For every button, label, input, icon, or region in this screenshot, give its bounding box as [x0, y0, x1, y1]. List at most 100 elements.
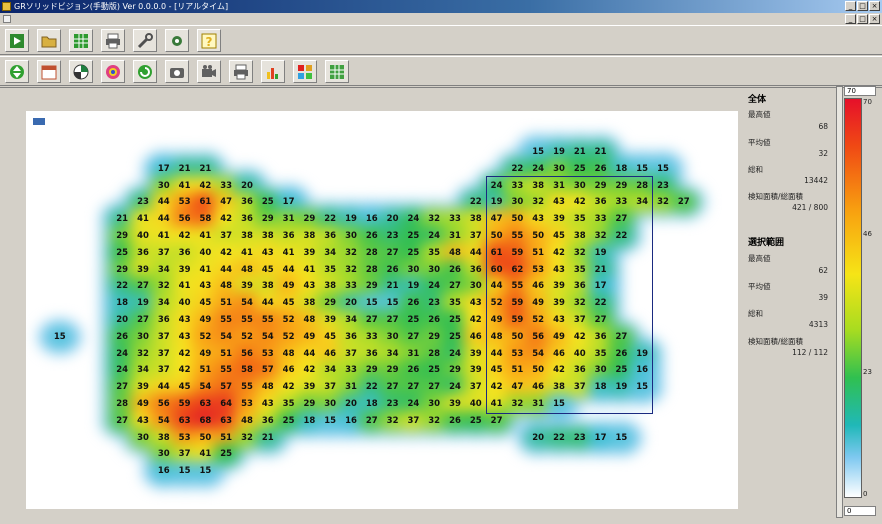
selection-rectangle[interactable] [485, 175, 654, 414]
heatmap-value: 30 [469, 281, 482, 292]
heatmap-value: 37 [178, 449, 191, 460]
heatmap-value: 42 [220, 214, 233, 225]
heatmap-value: 32 [345, 264, 357, 275]
maximize-button[interactable]: □ [857, 1, 868, 11]
heatmap-value: 37 [157, 331, 170, 342]
wrench-icon [137, 32, 153, 48]
heatmap-value: 21 [178, 163, 191, 174]
all-title: 全体 [748, 95, 767, 105]
heatmap-value: 30 [324, 399, 337, 409]
up-down-button[interactable] [5, 60, 29, 83]
grid-icon [74, 33, 88, 48]
app-icon [2, 2, 11, 11]
heatmap-value: 34 [324, 365, 337, 376]
heatmap-value: 29 [428, 331, 441, 342]
settings-button[interactable] [165, 29, 189, 52]
child-maximize-button[interactable]: □ [857, 14, 868, 24]
heatmap-value: 42 [303, 365, 316, 376]
all-avg-value: 32 [818, 149, 828, 158]
heatmap-value: 39 [469, 348, 482, 359]
child-minimize-button[interactable]: _ [845, 14, 856, 24]
heatmap-value: 21 [199, 163, 212, 174]
heatmap-value: 48 [303, 315, 316, 325]
heatmap-value: 23 [573, 432, 586, 443]
heatmap-value: 43 [261, 247, 274, 258]
heatmap-value: 15 [324, 415, 337, 426]
bar-chart-button[interactable] [261, 60, 285, 83]
heatmap-value: 41 [137, 214, 149, 225]
heatmap-value: 43 [261, 399, 274, 409]
heatmap-value: 23 [386, 399, 399, 409]
heatmap-value: 49 [199, 348, 212, 359]
minimize-button[interactable]: _ [845, 1, 856, 11]
all-area-label: 検知面積/総面積 [748, 192, 804, 201]
heatmap-value: 29 [261, 214, 274, 225]
heatmap-value: 36 [365, 348, 378, 359]
heatmap-value: 30 [386, 331, 399, 342]
heatmap-value: 49 [303, 331, 316, 342]
all-area-value: 421 / 800 [792, 203, 828, 212]
pie-chart-button[interactable] [69, 60, 93, 83]
heatmap-value: 36 [137, 247, 149, 258]
heatmap-value: 58 [241, 365, 253, 376]
heatmap-value: 30 [157, 180, 170, 191]
grid-button[interactable] [69, 29, 93, 52]
document-icon[interactable] [3, 15, 11, 23]
heatmap-value: 52 [241, 331, 253, 342]
printer-button[interactable] [101, 29, 125, 52]
svg-text:?: ? [206, 35, 213, 49]
green-grid-button[interactable] [325, 60, 349, 83]
heatmap-value: 28 [116, 399, 129, 409]
heatmap-value: 19 [407, 281, 420, 292]
heatmap-value: 55 [220, 315, 233, 325]
heatmap-value: 20 [386, 214, 399, 225]
legend-max-field[interactable]: 70 [844, 86, 876, 96]
child-close-button[interactable]: × [869, 14, 880, 24]
heatmap-value: 27 [407, 382, 420, 393]
heatmap-value: 22 [324, 214, 337, 225]
heatmap-value: 36 [324, 231, 337, 241]
play-icon [10, 33, 24, 48]
heatmap-value: 18 [365, 399, 378, 409]
heatmap-value: 27 [116, 415, 129, 426]
heatmap-value: 40 [199, 247, 212, 258]
camera-button[interactable] [165, 60, 189, 83]
heatmap-value: 37 [407, 415, 420, 426]
help-button[interactable]: ? [197, 29, 221, 52]
open-folder-button[interactable] [37, 29, 61, 52]
heatmap-value: 26 [386, 264, 399, 275]
heatmap-value: 17 [594, 432, 607, 443]
refresh-button[interactable] [133, 60, 157, 83]
legend-scrollbar[interactable] [836, 86, 843, 518]
menu-bar: _ □ × [0, 13, 882, 25]
heatmap-value: 29 [449, 365, 461, 376]
wrench-button[interactable] [133, 29, 157, 52]
play-button[interactable] [5, 29, 29, 52]
heatmap-value: 41 [303, 264, 316, 275]
heatmap-value: 51 [199, 365, 212, 376]
color-wheel-icon [106, 64, 120, 79]
video-camera-button[interactable] [197, 60, 221, 83]
heatmap-value: 25 [407, 247, 420, 258]
close-button[interactable]: × [869, 1, 880, 11]
calendar-button[interactable] [37, 60, 61, 83]
heatmap-value: 37 [469, 231, 482, 241]
heatmap-value: 38 [324, 281, 337, 292]
heatmap-value: 49 [137, 399, 149, 409]
heatmap-value: 34 [137, 365, 149, 376]
video-camera-icon [202, 64, 216, 77]
heatmap-value: 16 [365, 214, 378, 225]
printer-button[interactable] [229, 60, 253, 83]
heatmap-value: 53 [261, 348, 274, 359]
heatmap-grid-button[interactable] [293, 60, 317, 83]
heatmap-value: 24 [449, 382, 461, 393]
heatmap-value: 52 [282, 331, 295, 342]
heatmap-value: 56 [241, 348, 253, 359]
legend-min-field[interactable]: 0 [844, 506, 876, 516]
heatmap-value: 15 [199, 466, 212, 477]
heatmap-value: 38 [469, 214, 482, 225]
heatmap-value: 36 [241, 197, 253, 208]
heatmap-canvas[interactable]: 15 19 21 21 17 21 21 22 24 30 25 26 18 15 15 30 41 42 33 20… [26, 111, 738, 509]
color-wheel-button[interactable] [101, 60, 125, 83]
selection-max-value: 62 [818, 266, 828, 275]
